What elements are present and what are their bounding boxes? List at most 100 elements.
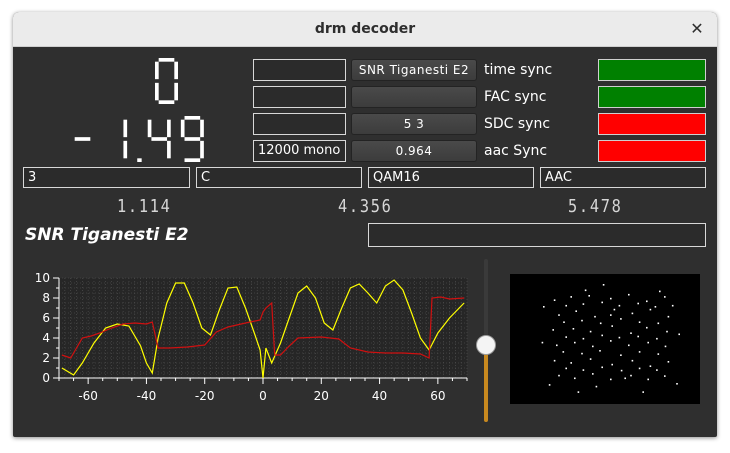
mode-info-button[interactable]: 5 3 bbox=[351, 113, 477, 135]
constellation-point bbox=[656, 369, 658, 371]
constellation-point bbox=[656, 337, 658, 340]
constellation-point bbox=[594, 315, 596, 318]
station-label-button[interactable]: SNR Tiganesti E2 bbox=[351, 59, 477, 81]
constellation-point bbox=[553, 359, 556, 362]
y-tick-label: 4 bbox=[42, 331, 50, 345]
constellation-point bbox=[676, 383, 678, 385]
constellation-point bbox=[647, 341, 649, 344]
drm-decoder-window: drm decoder ✕ 12000 mono SNR Tiganesti E… bbox=[13, 12, 717, 437]
constellation-point bbox=[541, 341, 544, 344]
constellation-point bbox=[589, 358, 592, 360]
y-tick-label: 10 bbox=[35, 271, 50, 285]
constellation-point bbox=[610, 297, 612, 300]
constellation-point bbox=[582, 369, 585, 371]
constellation-point bbox=[595, 385, 598, 388]
y-tick-label: 2 bbox=[42, 351, 50, 365]
constellation-point bbox=[646, 326, 648, 329]
constellation-point bbox=[572, 328, 575, 330]
time-sync-indicator bbox=[598, 59, 706, 81]
constellation-point bbox=[631, 359, 634, 362]
constellation-point bbox=[582, 303, 585, 305]
constellation-point bbox=[657, 353, 660, 355]
fac-sync-indicator bbox=[598, 86, 706, 108]
close-icon[interactable]: ✕ bbox=[687, 19, 707, 39]
info-field-2 bbox=[253, 86, 346, 108]
constellation-point bbox=[628, 344, 630, 347]
constellation-point bbox=[548, 384, 551, 386]
constellation-point bbox=[611, 325, 613, 327]
constellation-point bbox=[563, 321, 565, 323]
constellation-point bbox=[575, 310, 577, 312]
constellation-point bbox=[611, 363, 613, 366]
constellation-point bbox=[638, 321, 641, 323]
x-tick-label: 40 bbox=[372, 389, 387, 403]
aac-sync-label: aac Sync bbox=[484, 143, 548, 159]
constellation-point bbox=[588, 295, 590, 297]
constellation-point bbox=[552, 329, 554, 331]
x-tick-label: -60 bbox=[78, 389, 98, 403]
constellation-point bbox=[620, 369, 623, 372]
y-tick-label: 6 bbox=[42, 311, 50, 325]
station-name: SNR Tiganesti E2 bbox=[25, 225, 189, 245]
sdc-sync-indicator bbox=[598, 113, 706, 135]
constellation-point bbox=[638, 367, 641, 370]
constellation-point bbox=[642, 391, 644, 393]
constellation-point bbox=[620, 318, 622, 320]
spectrum-occupancy-field: C bbox=[196, 167, 362, 188]
constellation-point bbox=[637, 302, 639, 305]
constellation-point bbox=[618, 336, 621, 339]
station-text-field bbox=[368, 223, 706, 247]
constellation-point bbox=[624, 377, 626, 380]
constellation-point bbox=[592, 345, 594, 348]
constellation-point bbox=[664, 375, 666, 377]
constellation-point bbox=[570, 296, 572, 298]
constellation-point bbox=[581, 352, 583, 355]
info-field-1 bbox=[253, 59, 346, 81]
constellation-point bbox=[671, 304, 674, 307]
constellation-point bbox=[574, 377, 576, 380]
x-tick-label: -20 bbox=[195, 389, 215, 403]
time-sync-label: time sync bbox=[484, 62, 553, 78]
constellation-plot bbox=[510, 274, 700, 404]
constellation-point bbox=[678, 333, 680, 336]
constellation-point bbox=[630, 332, 632, 334]
sample-rate-field: 12000 mono bbox=[253, 140, 346, 162]
info-field-3 bbox=[253, 113, 346, 135]
constellation-point bbox=[589, 330, 592, 333]
constellation-point bbox=[562, 351, 565, 353]
constellation-point bbox=[631, 312, 634, 315]
constellation-point bbox=[630, 374, 632, 377]
sdc-sync-label: SDC sync bbox=[484, 116, 551, 132]
small-readout-3: 5.478 bbox=[568, 196, 623, 217]
constellation-point bbox=[666, 330, 668, 333]
constellation-point bbox=[601, 301, 603, 304]
small-readout-2: 4.356 bbox=[338, 196, 393, 217]
constellation-point bbox=[664, 345, 667, 348]
gain-slider-handle[interactable] bbox=[476, 335, 496, 356]
constellation-point bbox=[582, 337, 585, 340]
modulation-field: QAM16 bbox=[368, 167, 534, 188]
constellation-point bbox=[584, 289, 587, 292]
y-tick-label: 8 bbox=[42, 291, 50, 305]
constellation-point bbox=[565, 367, 567, 370]
info-button-2[interactable] bbox=[351, 86, 477, 108]
constellation-point bbox=[667, 361, 670, 363]
constellation-point bbox=[553, 299, 556, 301]
constellation-point bbox=[601, 334, 603, 337]
constellation-point bbox=[613, 308, 616, 311]
constellation-point bbox=[610, 378, 612, 381]
constellation-point bbox=[570, 362, 572, 364]
constellation-point bbox=[646, 300, 648, 303]
constellation-point bbox=[565, 304, 567, 307]
constellation-point bbox=[618, 304, 621, 307]
title-bar[interactable]: drm decoder ✕ bbox=[13, 12, 717, 47]
quality-button[interactable]: 0.964 bbox=[351, 140, 477, 162]
constellation-point bbox=[649, 308, 652, 311]
small-readout-1: 1.114 bbox=[117, 196, 172, 217]
constellation-point bbox=[574, 341, 576, 344]
x-tick-label: 0 bbox=[259, 389, 267, 403]
constellation-point bbox=[659, 290, 661, 293]
aac-sync-indicator bbox=[598, 140, 706, 162]
constellation-point bbox=[602, 284, 605, 286]
constellation-point bbox=[647, 378, 649, 381]
